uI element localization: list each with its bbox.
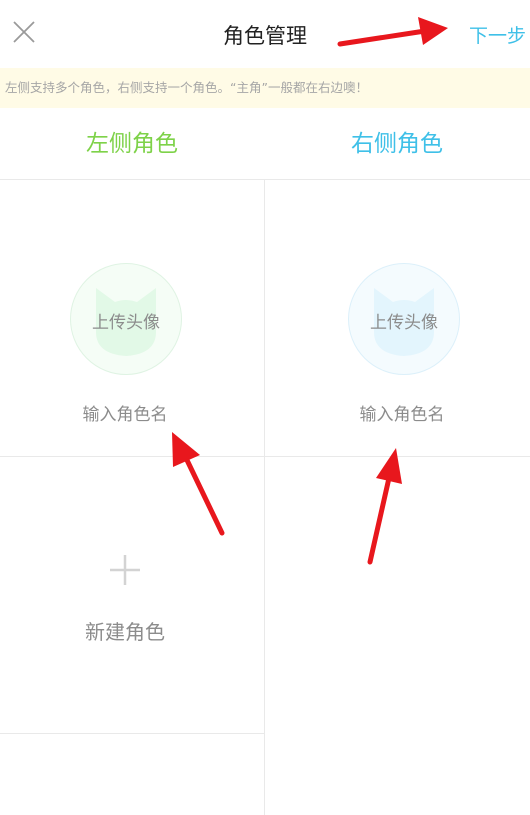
left-name-input[interactable]: 输入角色名 xyxy=(25,400,225,425)
notice-banner: 左侧支持多个角色，右侧支持一个角色。“主角”一般都在右边噢！ xyxy=(0,68,530,108)
grid-left-bottom-divider xyxy=(0,733,264,734)
annotation-arrow-left-name xyxy=(172,432,225,536)
grid-row-divider xyxy=(0,456,530,457)
grid-center-divider xyxy=(264,180,265,815)
new-role-button[interactable]: 新建角色 xyxy=(0,616,250,645)
right-name-input[interactable]: 输入角色名 xyxy=(302,400,502,425)
right-side-title: 右侧角色 xyxy=(351,131,443,157)
left-upload-avatar[interactable]: 上传头像 xyxy=(70,263,182,375)
top-bar: 角色管理 下一步 xyxy=(0,0,530,66)
right-avatar-label: 上传头像 xyxy=(370,313,438,333)
right-upload-avatar[interactable]: 上传头像 xyxy=(348,263,460,375)
page-title: 角色管理 xyxy=(223,24,307,48)
plus-icon[interactable] xyxy=(108,553,142,587)
annotation-arrow-right-name xyxy=(367,448,402,565)
left-side-title: 左侧角色 xyxy=(86,131,178,157)
next-step-button[interactable]: 下一步 xyxy=(469,21,526,48)
left-avatar-label: 上传头像 xyxy=(92,313,160,333)
grid-top-divider xyxy=(0,179,530,180)
